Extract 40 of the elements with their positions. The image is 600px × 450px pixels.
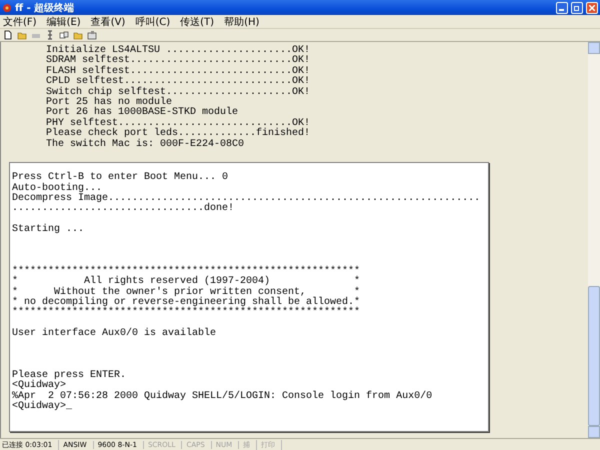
terminal-line: CPLD selftest............................OK!: [46, 77, 312, 88]
terminal-line: Auto-booting...: [12, 184, 102, 194]
terminal-line: Press Ctrl-B to enter Boot Menu... 0: [12, 173, 230, 184]
terminal-line: Starting ...: [12, 225, 86, 236]
minimize-button[interactable]: [556, 2, 568, 14]
terminal-line: Initialize LS4ALTSU .....................OK!: [46, 46, 312, 56]
menu-item[interactable]: 编辑(E): [46, 14, 81, 28]
terminal-line: Port 26 has 1000BASE-STKD module: [46, 108, 238, 118]
terminal-line: * Without the owner's prior written consent, *: [12, 288, 362, 298]
terminal-line: %Apr 2 07:56:28 2000 Quidway SHELL/5/LOGIN: Console login from Aux0/0: [12, 392, 434, 402]
app-icon: [2, 2, 12, 12]
terminal-line: **********************************************************: [12, 266, 362, 277]
terminal-line: Port 25 has no module: [46, 98, 172, 108]
menu-item[interactable]: 呼叫(C): [135, 14, 170, 28]
terminal-line: Please check port leds.............finished!: [46, 129, 312, 140]
terminal-line: SDRAM selftest...........................OK!: [46, 56, 312, 66]
terminal-line: ................................done!: [12, 204, 236, 215]
menu-item[interactable]: 帮助(H): [224, 14, 260, 28]
terminal-line: * no decompiling or reverse-engineering shall be allowed.*: [12, 298, 362, 308]
menu-item[interactable]: 传送(T): [180, 14, 214, 28]
new-document-icon[interactable]: [3, 30, 13, 40]
window-title: ff - 超级终端: [15, 2, 76, 14]
terminal-line: The switch Mac is: 000F-E224-08C0: [46, 140, 246, 150]
open-folder-icon[interactable]: [17, 30, 27, 40]
restore-button[interactable]: [571, 2, 583, 14]
terminal-line: **********************************************************: [12, 308, 362, 319]
menu-item[interactable]: 文件(F): [3, 14, 37, 28]
properties-icon[interactable]: [87, 30, 97, 40]
terminal-line: * All rights reserved (1997-2004) *: [12, 277, 362, 288]
terminal-line: User interface Aux0/0 is available: [12, 329, 218, 340]
menu-item[interactable]: 查看(V): [90, 14, 126, 28]
terminal-line: Switch chip selftest.....................OK!: [46, 88, 312, 98]
close-button[interactable]: [586, 2, 598, 14]
terminal-line: <Quidway>_: [12, 402, 74, 412]
terminal-line: <Quidway>: [12, 381, 66, 392]
terminal-line: Please press ENTER.: [12, 370, 128, 381]
terminal-line: FLASH selftest...........................OK!: [46, 66, 312, 77]
restore-icon: [574, 4, 580, 10]
terminal-line: PHY selftest.............................OK!: [46, 118, 312, 129]
close-icon: [589, 4, 595, 10]
